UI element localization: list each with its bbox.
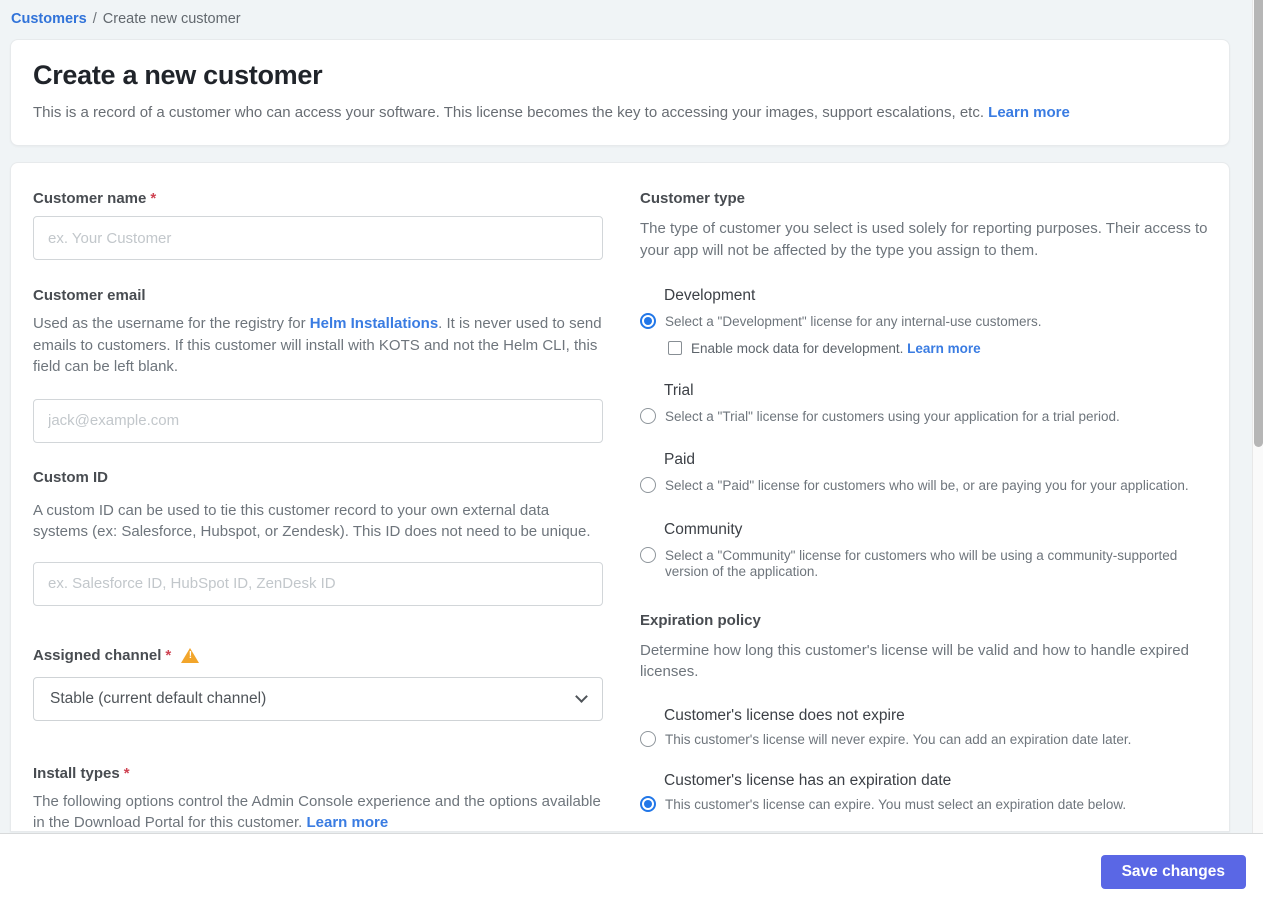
community-option-title: Community (664, 520, 743, 538)
community-radio[interactable] (640, 546, 656, 563)
customer-type-description: The type of customer you select is used … (640, 220, 1208, 259)
breadcrumb-customers-link[interactable]: Customers (11, 11, 87, 27)
breadcrumb: Customers / Create new customer (10, 0, 1230, 39)
enable-mock-data-checkbox[interactable] (668, 341, 682, 355)
expiration-policy-label-text: Expiration policy (640, 611, 761, 629)
expiration-policy-label: Expiration policy (640, 612, 1210, 629)
form-right-column: Customer type The type of customer you s… (640, 190, 1210, 831)
install-types-required-mark: * (123, 764, 130, 782)
customer-email-desc-pre: Used as the username for the registry fo… (33, 315, 310, 332)
header-learn-more-link[interactable]: Learn more (988, 104, 1070, 121)
custom-id-label: Custom ID (33, 469, 603, 486)
helm-installations-link[interactable]: Helm Installations (310, 315, 438, 332)
page-description: This is a record of a customer who can a… (33, 104, 1207, 121)
customer-type-label: Customer type (640, 190, 1210, 207)
trial-option-description: Select a "Trial" license for customers u… (665, 408, 1120, 424)
no-expire-option-description: This customer's license will never expir… (665, 731, 1132, 747)
customer-name-required-mark: * (150, 190, 157, 207)
customer-type-option-trial: Trial Select a "Trial" license for custo… (640, 382, 1210, 426)
customer-email-label: Customer email (33, 287, 603, 304)
customer-name-label: Customer name * (33, 190, 603, 207)
assigned-channel-required-mark: * (165, 646, 172, 664)
development-option-description: Select a "Development" license for any i… (665, 314, 1042, 329)
customer-type-label-text: Customer type (640, 190, 746, 207)
page-title: Create a new customer (33, 60, 323, 90)
no-expire-radio[interactable] (640, 730, 656, 747)
custom-id-input[interactable] (33, 561, 603, 606)
enable-mock-data-label: Enable mock data for development. Learn … (691, 341, 981, 356)
expiration-policy-options: Customer's license does not expire This … (640, 707, 1210, 814)
custom-id-description: A custom ID can be used to tie this cust… (33, 501, 591, 541)
paid-radio[interactable] (640, 477, 656, 493)
expiration-policy-description: Determine how long this customer's licen… (640, 641, 1189, 681)
sticky-footer: Save changes (0, 833, 1263, 905)
has-date-radio[interactable] (640, 796, 656, 812)
development-radio[interactable] (640, 313, 656, 329)
install-types-learn-more-link[interactable]: Learn more (306, 814, 388, 831)
no-expire-option-title: Customer's license does not expire (664, 706, 905, 724)
page-content: Customers / Create new customer Create a n… (10, 0, 1230, 832)
paid-option-description: Select a "Paid" license for customers wh… (665, 478, 1189, 493)
customer-email-description: Used as the username for the registry fo… (33, 313, 603, 378)
assigned-channel-label: Assigned channel * (33, 647, 603, 664)
warning-icon (181, 647, 200, 663)
assigned-channel-selected-value: Stable (current default channel) (50, 689, 267, 707)
form-left-column: Customer name * Customer email Used as t… (33, 190, 603, 831)
vertical-scrollbar[interactable] (1252, 0, 1263, 833)
custom-id-label-text: Custom ID (33, 468, 108, 486)
development-option-title: Development (664, 287, 756, 304)
customer-type-option-paid: Paid Select a "Paid" license for custome… (640, 451, 1210, 495)
has-date-option-title: Customer's license has an expiration dat… (664, 772, 952, 789)
mock-data-row: Enable mock data for development. Learn … (668, 341, 1210, 356)
scrollbar-thumb[interactable] (1254, 0, 1263, 447)
page-description-text: This is a record of a customer who can a… (33, 104, 984, 121)
trial-option-title: Trial (664, 381, 694, 399)
expiration-option-no-expire: Customer's license does not expire This … (640, 707, 1210, 749)
customer-type-option-community: Community Select a "Community" license f… (640, 521, 1210, 581)
save-changes-button[interactable]: Save changes (1100, 855, 1246, 889)
customer-name-input[interactable] (33, 216, 603, 260)
customer-type-options: Development Select a "Development" licen… (640, 287, 1210, 581)
customer-email-input[interactable] (33, 398, 603, 443)
assigned-channel-label-text: Assigned channel (33, 646, 162, 664)
mock-data-learn-more-link[interactable]: Learn more (907, 341, 981, 356)
install-types-label: Install types * (33, 765, 603, 782)
has-date-option-description: This customer's license can expire. You … (665, 797, 1127, 812)
customer-form-card: Customer name * Customer email Used as t… (10, 162, 1230, 832)
paid-option-title: Paid (664, 451, 696, 468)
enable-mock-data-label-text: Enable mock data for development. (691, 340, 908, 356)
breadcrumb-separator: / (92, 11, 97, 27)
trial-radio[interactable] (640, 407, 656, 424)
install-types-label-text: Install types (33, 764, 120, 782)
breadcrumb-current: Create new customer (102, 11, 241, 27)
customer-name-label-text: Customer name (33, 190, 147, 207)
chevron-down-icon (575, 689, 588, 703)
page-header-card: Create a new customer This is a record o… (10, 39, 1230, 146)
customer-type-option-development: Development Select a "Development" licen… (640, 287, 1210, 356)
expiration-option-has-date: Customer's license has an expiration dat… (640, 772, 1210, 814)
community-option-description: Select a "Community" license for custome… (665, 547, 1178, 580)
install-types-description: The following options control the Admin … (33, 791, 603, 832)
assigned-channel-select[interactable]: Stable (current default channel) (33, 676, 603, 721)
customer-email-label-text: Customer email (33, 287, 146, 304)
